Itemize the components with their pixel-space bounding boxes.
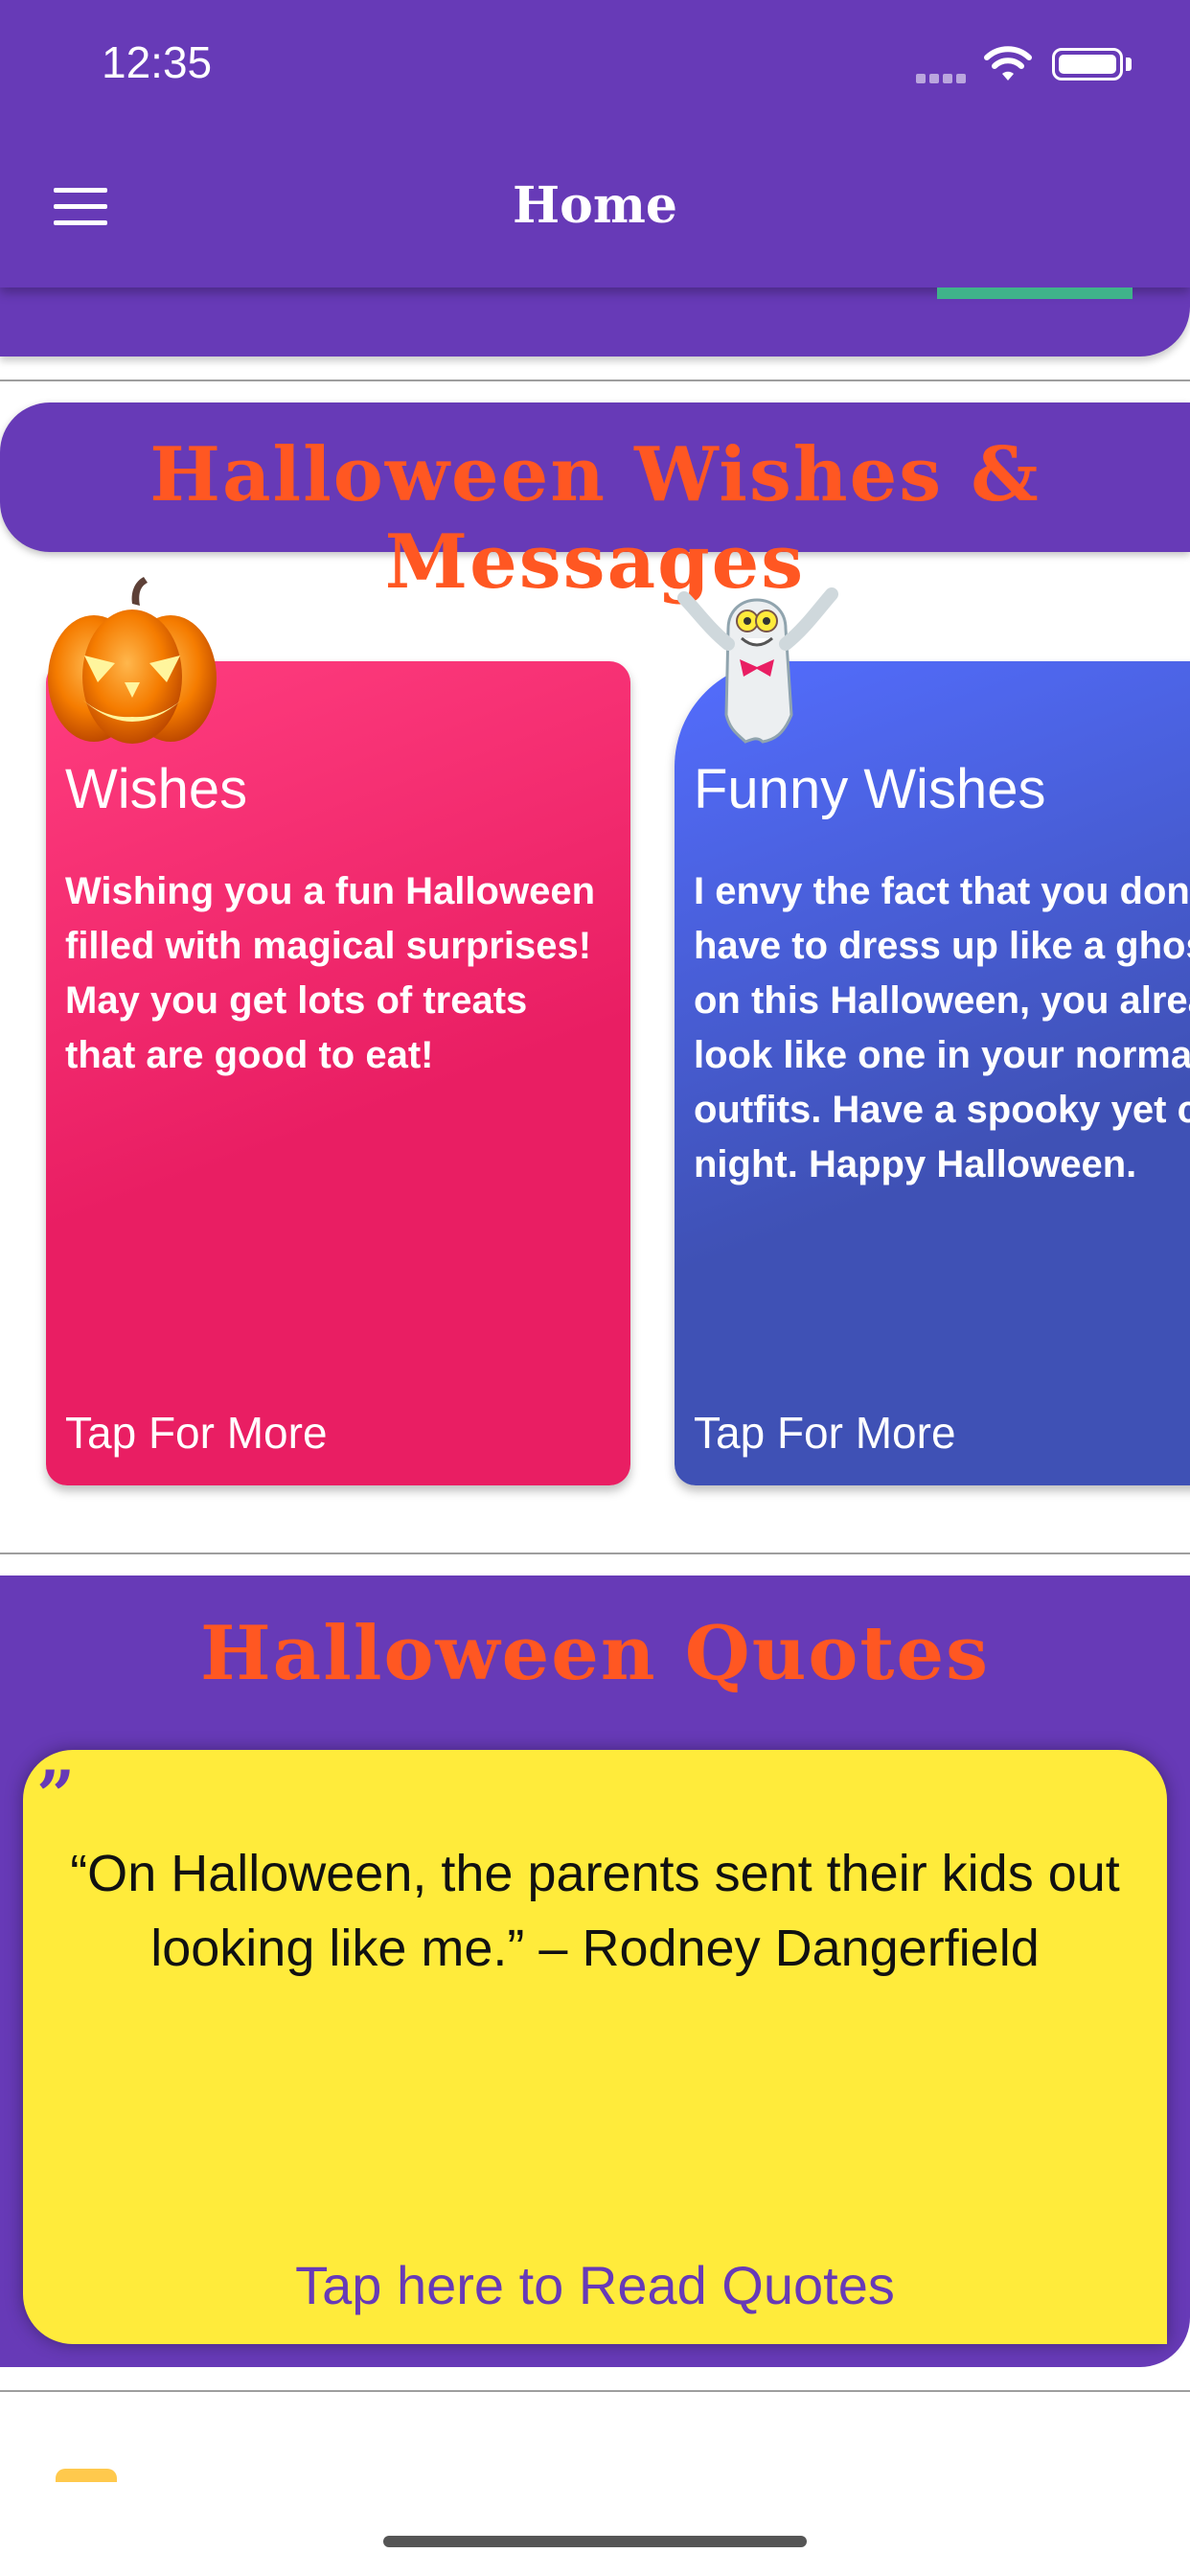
section-divider [0, 2390, 1190, 2392]
card-text: Wishing you a fun Halloween filled with … [65, 870, 596, 1076]
quotes-section-title: Halloween Quotes [199, 1610, 991, 1697]
wifi-icon [984, 46, 1032, 80]
card-text-line: have to dress up like a ghost [694, 925, 1190, 967]
section-divider [0, 1552, 1190, 1554]
quote-text: “On Halloween, the parents sent their ki… [70, 1845, 1120, 1977]
home-indicator[interactable] [383, 2536, 807, 2547]
card-text-line: look like one in your normal [694, 1034, 1190, 1076]
battery-cap [1126, 58, 1132, 71]
card-text-line: outfits. Have a spooky yet cool [694, 1089, 1190, 1131]
card-text-line: I envy the fact that you don't [694, 870, 1190, 912]
card-title: Funny Wishes [694, 758, 1046, 820]
read-quotes-link[interactable]: Tap here to Read Quotes [23, 2254, 1167, 2316]
pumpkin-icon [48, 577, 217, 744]
battery-icon [1052, 48, 1123, 80]
card-text: I envy the fact that you don't have to d… [694, 864, 1190, 1192]
status-time: 12:35 [102, 37, 213, 87]
funny-wishes-card[interactable]: Funny Wishes I envy the fact that you do… [675, 661, 1190, 1485]
ghost-icon [677, 587, 838, 744]
page-title: Home [513, 176, 677, 235]
cellular-signal-icon [916, 69, 970, 83]
card-text-line: night. Happy Halloween. [694, 1143, 1137, 1185]
section-divider [0, 380, 1190, 381]
wishes-card[interactable]: Wishes Wishing you a fun Halloween fille… [46, 661, 630, 1485]
quote-mark-icon: ” [36, 1756, 76, 1835]
tap-for-more-link[interactable]: Tap For More [65, 1407, 328, 1459]
card-title: Wishes [65, 758, 248, 820]
card-text-line: on this Halloween, you already [694, 979, 1190, 1022]
page-indicator [937, 288, 1133, 299]
next-section-peek [56, 2469, 117, 2482]
tap-for-more-link[interactable]: Tap For More [694, 1407, 956, 1459]
